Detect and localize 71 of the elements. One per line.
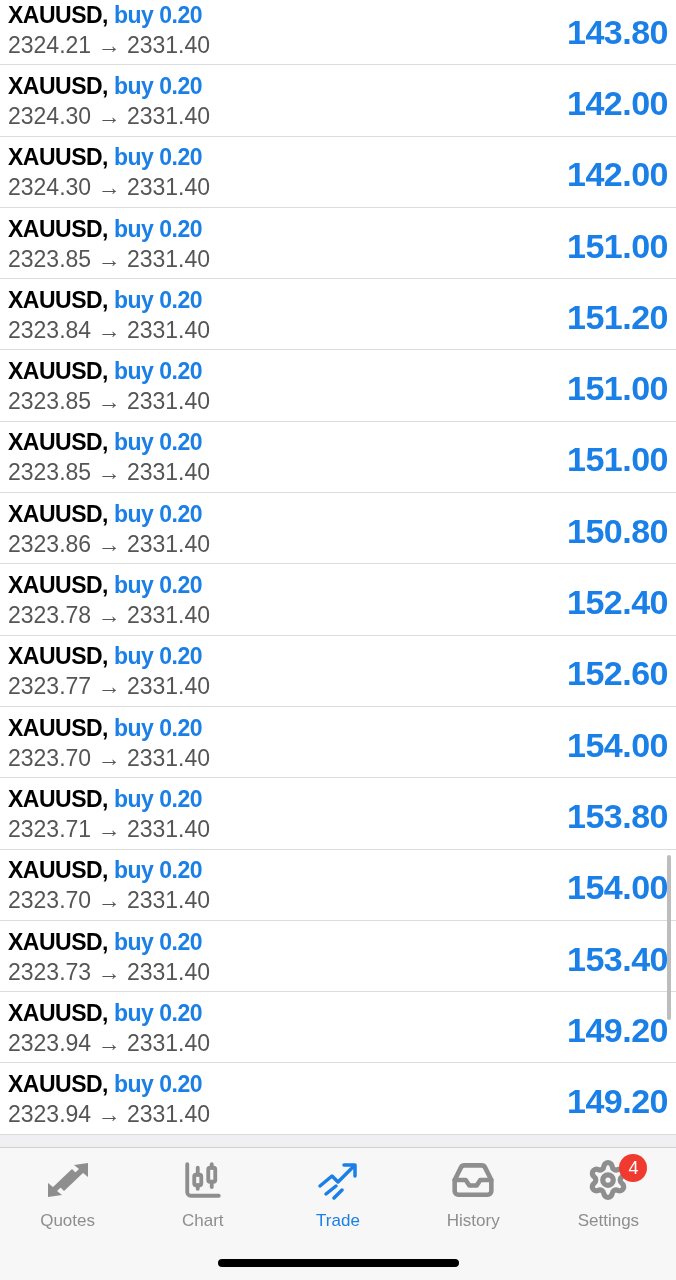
symbol: XAUUSD, [8, 360, 108, 384]
price-range: 2323.70 → 2331.40 [8, 889, 211, 913]
profit: 143.80 [567, 11, 668, 53]
price-range: 2324.30 → 2331.40 [8, 104, 211, 128]
profit: 142.00 [567, 154, 668, 196]
profit: 151.00 [567, 225, 668, 267]
order-type: buy 0.20 [114, 431, 203, 455]
symbol: XAUUSD, [8, 288, 108, 312]
price-range: 2324.30 → 2331.40 [8, 176, 211, 200]
tab[interactable]: Chart [135, 1158, 271, 1280]
profit: 152.60 [567, 653, 668, 695]
symbol: XAUUSD, [8, 787, 108, 811]
profit: 152.40 [567, 582, 668, 623]
profit: 151.00 [567, 439, 668, 481]
price-range: 2323.73 → 2331.40 [8, 960, 211, 984]
profit: 149.20 [567, 1009, 668, 1051]
price-range: 2324.21 → 2331.40 [8, 33, 211, 57]
profit: 151.20 [567, 296, 668, 338]
symbol: XAUUSD, [8, 431, 108, 455]
symbol: XAUUSD, [8, 217, 108, 241]
order-type: buy 0.20 [114, 574, 203, 597]
symbol: XAUUSD, [8, 146, 108, 170]
order-type: buy 0.20 [114, 930, 203, 954]
order-type: buy 0.20 [114, 74, 203, 98]
notification-badge: 4 [619, 1154, 648, 1182]
profit: 153.40 [567, 938, 668, 980]
order-type: buy 0.20 [114, 502, 203, 526]
price-range: 2323.70 → 2331.40 [8, 746, 211, 770]
profit: 153.80 [567, 795, 668, 837]
trend-arrow-icon [316, 1160, 360, 1200]
symbol: XAUUSD, [8, 645, 108, 669]
symbol: XAUUSD, [8, 74, 108, 98]
price-range: 2323.85 → 2331.40 [8, 247, 211, 271]
profit: 154.00 [567, 867, 668, 909]
tab[interactable]: History [405, 1158, 541, 1280]
price-range: 2323.94 → 2331.40 [8, 1031, 211, 1055]
price-range: 2323.94 → 2331.40 [8, 1103, 211, 1127]
price-range: 2323.85 → 2331.40 [8, 390, 211, 414]
order-type: buy 0.20 [114, 1001, 203, 1025]
profit: 150.80 [567, 510, 668, 552]
order-type: buy 0.20 [114, 859, 203, 883]
order-type: buy 0.20 [114, 645, 203, 669]
order-type: buy 0.20 [114, 217, 203, 241]
price-range: 2323.78 → 2331.40 [8, 604, 211, 627]
price-range: 2323.77 → 2331.40 [8, 675, 211, 699]
symbol: XAUUSD, [8, 502, 108, 526]
order-type: buy 0.20 [114, 288, 203, 312]
tab[interactable]: Trade [270, 1158, 406, 1280]
profit: 149.20 [567, 1081, 668, 1123]
order-type: buy 0.20 [114, 360, 203, 384]
profit: 154.00 [567, 724, 668, 766]
symbol: XAUUSD, [8, 3, 108, 27]
profit: 142.00 [567, 82, 668, 124]
symbol: XAUUSD, [8, 716, 108, 740]
diagonal-arrows-icon [45, 1161, 90, 1199]
order-type: buy 0.20 [114, 716, 203, 740]
order-type: buy 0.20 [114, 3, 203, 27]
order-type: buy 0.20 [114, 1073, 203, 1097]
symbol: XAUUSD, [8, 859, 108, 883]
symbol: XAUUSD, [8, 1001, 108, 1025]
price-range: 2323.86 → 2331.40 [8, 532, 211, 556]
order-type: buy 0.20 [114, 146, 203, 170]
symbol: XAUUSD, [8, 930, 108, 954]
symbol: XAUUSD, [8, 574, 108, 597]
order-type: buy 0.20 [114, 787, 203, 811]
price-range: 2323.85 → 2331.40 [8, 461, 211, 485]
price-range: 2323.84 → 2331.40 [8, 318, 211, 342]
symbol: XAUUSD, [8, 1073, 108, 1097]
tab[interactable]: Quotes [0, 1158, 136, 1280]
price-range: 2323.71 → 2331.40 [8, 817, 211, 841]
profit: 151.00 [567, 368, 668, 410]
